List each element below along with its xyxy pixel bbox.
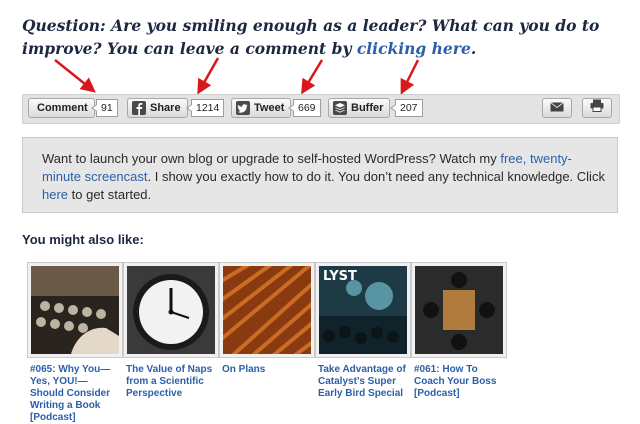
- typewriter-thumbnail[interactable]: [27, 262, 123, 358]
- facebook-icon: [132, 101, 146, 115]
- buffer-label: Buffer: [351, 102, 384, 114]
- question-prefix: Question: Are you smiling enough as a le…: [22, 16, 600, 58]
- arrow-tweet: [301, 59, 324, 95]
- related-post-card[interactable]: #065: Why You—Yes, YOU!—Should Consider …: [27, 262, 123, 424]
- related-post-card[interactable]: LYST Take Advantage of Catalyst’s Super …: [315, 262, 411, 400]
- print-button[interactable]: [582, 98, 612, 118]
- related-post-title[interactable]: #061: How To Coach Your Boss [Podcast]: [414, 364, 504, 400]
- twitter-icon: [236, 101, 250, 115]
- comment-button[interactable]: Comment: [28, 98, 95, 118]
- share-bar: Comment 91 Share 1214 Tweet 669 Buffer 2…: [22, 94, 620, 124]
- arrow-comment: [54, 59, 96, 93]
- tweet-count: 669: [288, 99, 321, 117]
- print-icon: [590, 99, 604, 117]
- mail-icon: [550, 99, 564, 117]
- related-post-title[interactable]: #065: Why You—Yes, YOU!—Should Consider …: [30, 364, 120, 424]
- email-button[interactable]: [542, 98, 572, 118]
- clock-thumbnail[interactable]: [123, 262, 219, 358]
- conference-thumbnail[interactable]: LYST: [315, 262, 411, 358]
- arrow-share: [197, 57, 220, 95]
- promo-text-2: . I show you exactly how to do it. You d…: [147, 169, 605, 184]
- promo-box: Want to launch your own blog or upgrade …: [22, 137, 618, 213]
- comment-link[interactable]: clicking here: [357, 39, 471, 58]
- promo-text-1: Want to launch your own blog or upgrade …: [42, 151, 501, 166]
- facebook-share-button[interactable]: Share: [127, 98, 188, 118]
- related-post-card[interactable]: On Plans: [219, 262, 315, 376]
- related-post-title[interactable]: The Value of Naps from a Scientific Pers…: [126, 364, 216, 400]
- here-link[interactable]: here: [42, 187, 68, 202]
- related-post-title[interactable]: Take Advantage of Catalyst’s Super Early…: [318, 364, 408, 400]
- comment-count: 91: [91, 99, 118, 117]
- texture-thumbnail[interactable]: [219, 262, 315, 358]
- buffer-button[interactable]: Buffer: [328, 98, 391, 118]
- buffer-icon: [333, 101, 347, 115]
- arrow-buffer: [400, 59, 420, 95]
- question-suffix: .: [470, 39, 477, 58]
- share-label: Share: [150, 102, 181, 114]
- related-heading: You might also like:: [22, 232, 144, 247]
- tweet-button[interactable]: Tweet: [231, 98, 292, 118]
- share-count: 1214: [185, 99, 225, 117]
- comment-label: Comment: [37, 102, 88, 114]
- related-post-card[interactable]: #061: How To Coach Your Boss [Podcast]: [411, 262, 507, 400]
- meeting-thumbnail[interactable]: [411, 262, 507, 358]
- related-post-title[interactable]: On Plans: [222, 364, 312, 376]
- buffer-count: 207: [390, 99, 423, 117]
- question-text: Question: Are you smiling enough as a le…: [22, 14, 622, 60]
- tweet-label: Tweet: [254, 102, 285, 114]
- thumbnail-caption: LYST: [323, 269, 357, 284]
- related-post-card[interactable]: The Value of Naps from a Scientific Pers…: [123, 262, 219, 400]
- promo-text-3: to get started.: [68, 187, 152, 202]
